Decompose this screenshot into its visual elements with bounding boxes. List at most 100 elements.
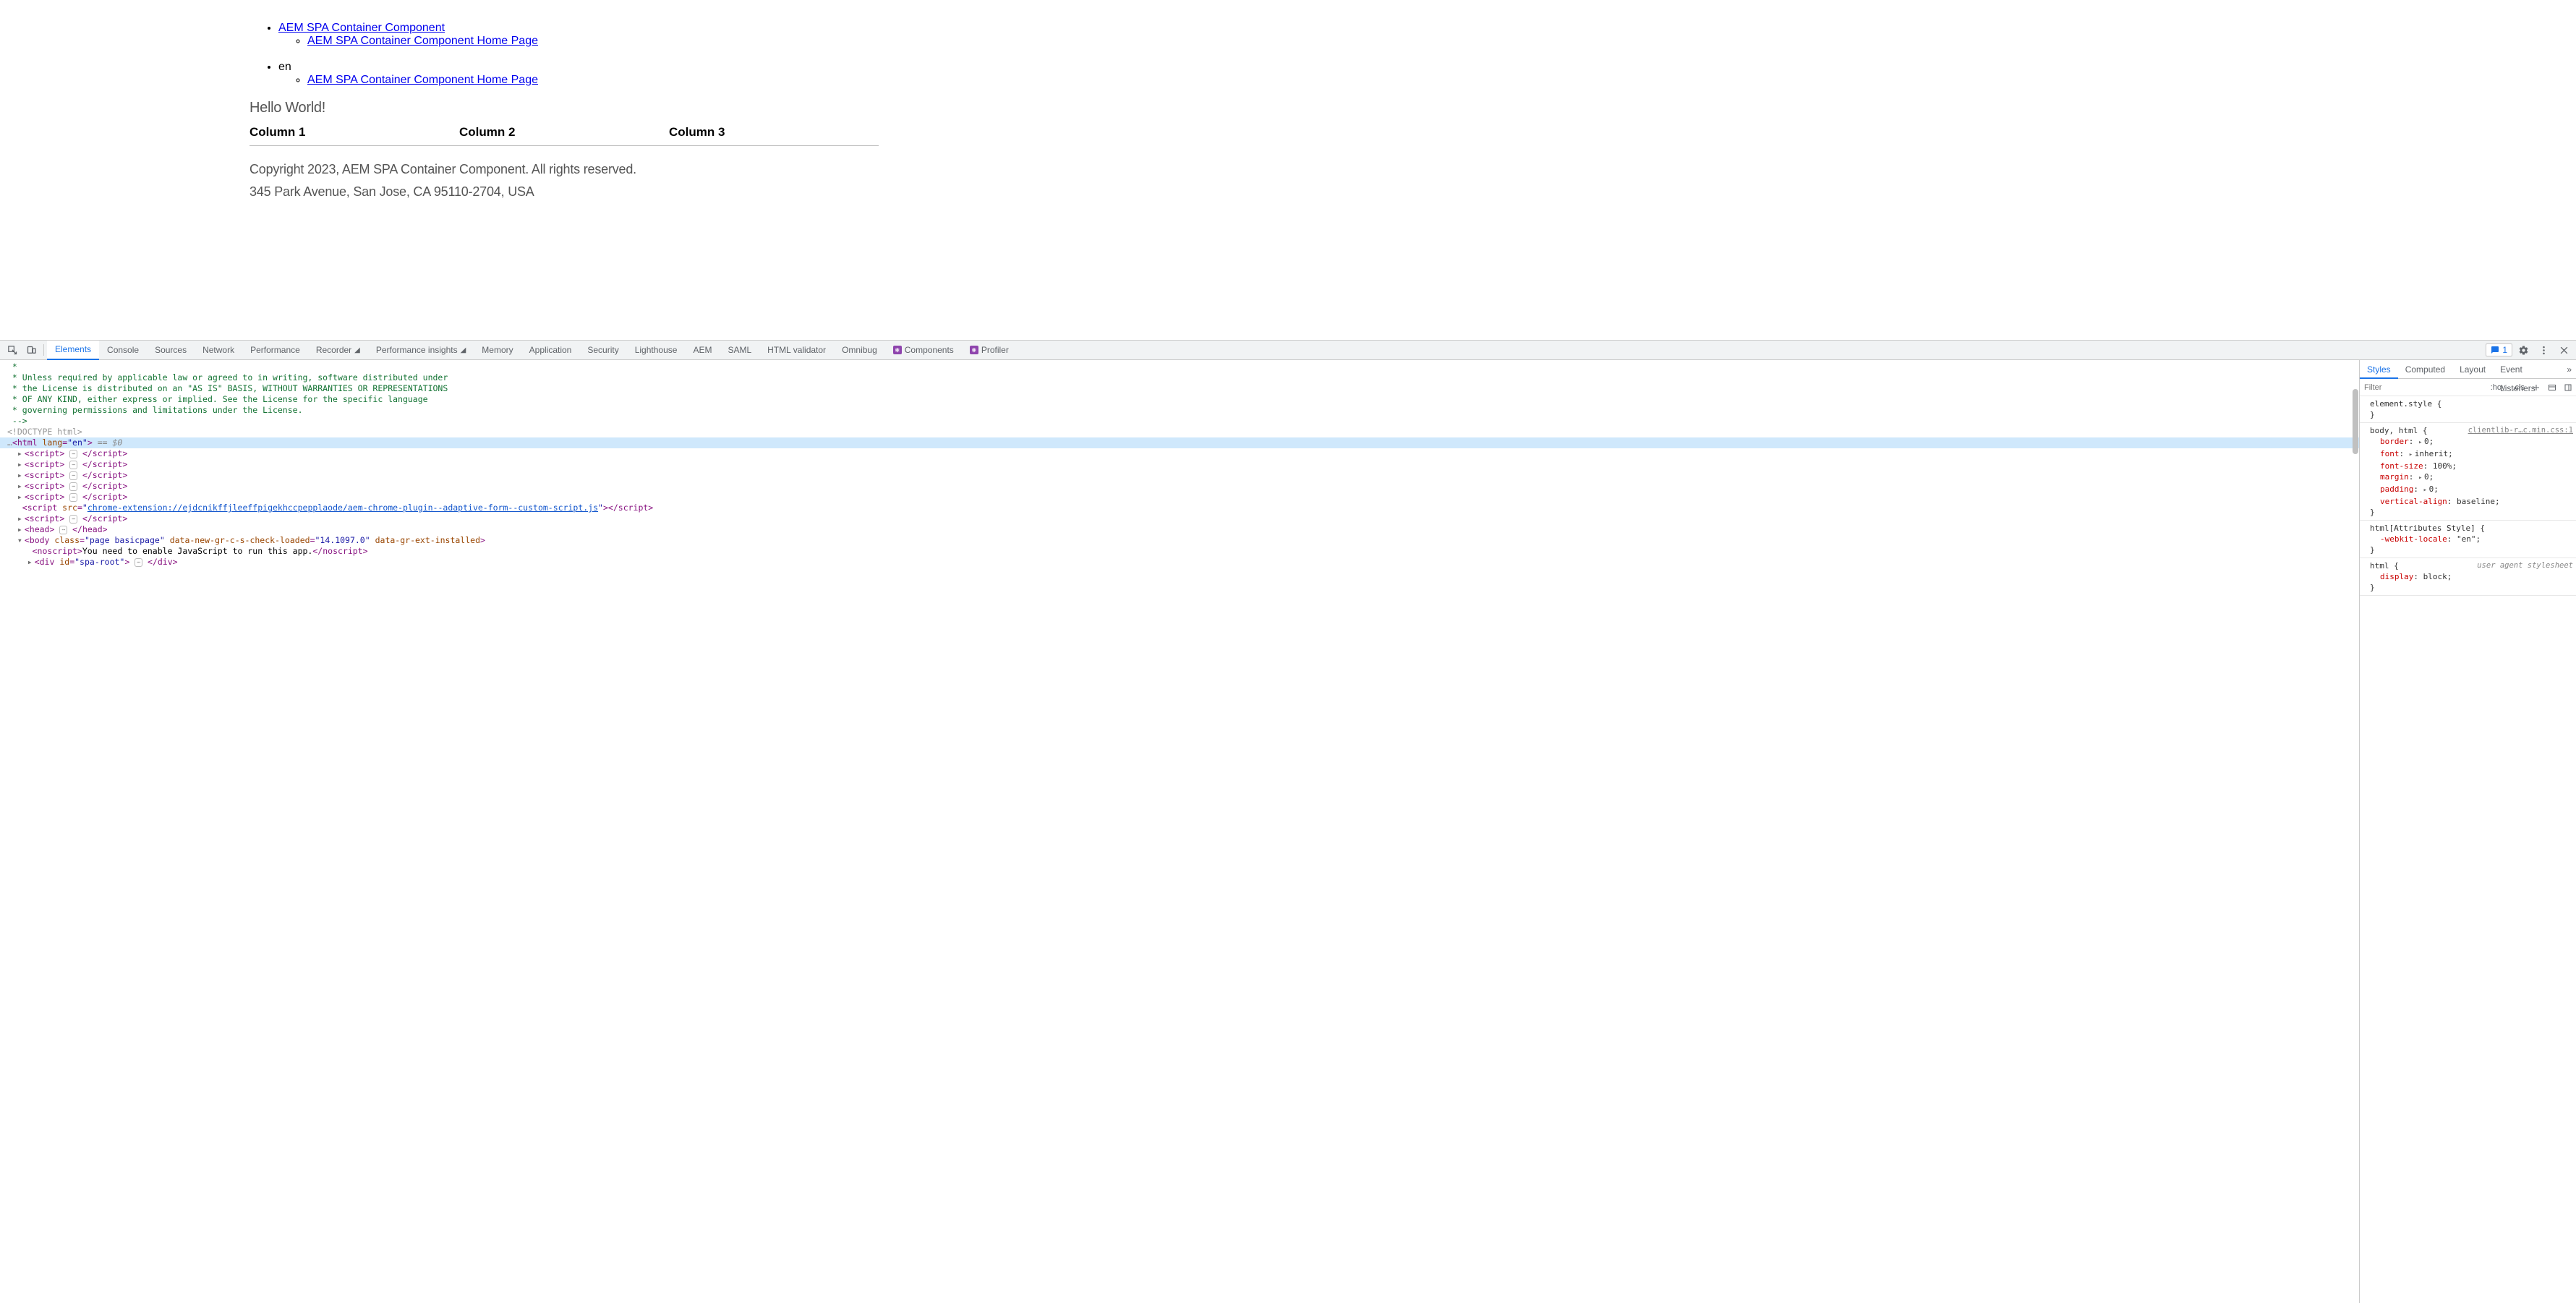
tab-network[interactable]: Network — [195, 341, 242, 360]
dom-node-head[interactable]: ▸<head> ⋯ </head> — [0, 524, 2359, 535]
style-rule-element[interactable]: element.style { } — [2360, 396, 2576, 423]
dom-node-script-src[interactable]: <script src="chrome-extension://ejdcnikf… — [0, 503, 2359, 513]
dom-tree-panel[interactable]: * * Unless required by applicable law or… — [0, 360, 2359, 1303]
cls-toggle[interactable]: .cls — [2509, 383, 2529, 392]
dom-node-noscript[interactable]: <noscript>You need to enable JavaScript … — [0, 546, 2359, 557]
inspect-icon[interactable] — [3, 341, 22, 359]
more-icon[interactable] — [2534, 341, 2553, 359]
nav-sublist: AEM SPA Container Component Home Page — [278, 35, 2326, 48]
ellipsis-icon[interactable]: ⋯ — [135, 558, 142, 567]
comment-line: --> — [7, 416, 27, 426]
new-rule-icon[interactable] — [2528, 383, 2544, 392]
ua-stylesheet-label: user agent stylesheet — [2477, 560, 2573, 571]
page-content: AEM SPA Container Component AEM SPA Cont… — [0, 0, 2576, 214]
dom-node-body[interactable]: ▾<body class="page basicpage" data-new-g… — [0, 535, 2359, 546]
nav-item: AEM SPA Container Component AEM SPA Cont… — [278, 22, 2326, 48]
tab-components[interactable]: ⚛Components — [885, 341, 962, 360]
styles-tab-listeners[interactable]: Event Listeners — [2493, 360, 2562, 379]
sidebar-toggle-icon[interactable] — [2560, 383, 2576, 392]
address-text: 345 Park Avenue, San Jose, CA 95110-2704… — [250, 184, 2326, 200]
tab-aem[interactable]: AEM — [685, 341, 720, 360]
nav-item: en AEM SPA Container Component Home Page — [278, 61, 2326, 87]
tab-omnibug[interactable]: Omnibug — [834, 341, 885, 360]
column-1-header: Column 1 — [250, 125, 459, 140]
ellipsis-icon[interactable]: ⋯ — [69, 471, 77, 480]
style-rule-html-attr[interactable]: html[Attributes Style] { -webkit-locale:… — [2360, 521, 2576, 558]
disclosure-triangle-icon[interactable]: ▾ — [17, 535, 25, 546]
dom-node-div[interactable]: ▸<div id="spa-root"> ⋯ </div> — [0, 557, 2359, 568]
disclosure-triangle-icon[interactable]: ▸ — [17, 524, 25, 535]
hov-toggle[interactable]: :hov — [2487, 383, 2509, 392]
computed-toggle-icon[interactable] — [2544, 383, 2560, 392]
comment-line: * the License is distributed on an "AS I… — [7, 383, 448, 393]
styles-filter-input[interactable] — [2360, 380, 2487, 396]
devtools-panel: Elements Console Sources Network Perform… — [0, 340, 2576, 1303]
nav-list-2: en AEM SPA Container Component Home Page — [250, 61, 2326, 87]
column-2-header: Column 2 — [459, 125, 669, 140]
devtools-body: * * Unless required by applicable law or… — [0, 360, 2576, 1303]
tab-performance-insights[interactable]: Performance insights ◢ — [368, 341, 474, 360]
dom-node-script[interactable]: ▸<script> ⋯ </script> — [0, 459, 2359, 470]
disclosure-triangle-icon[interactable]: ▸ — [17, 459, 25, 470]
stylesheet-link[interactable]: clientlib-r…c.min.css:1 — [2468, 425, 2573, 436]
issues-button[interactable]: 1 — [2486, 343, 2512, 356]
react-ext-icon: ⚛ — [893, 346, 902, 354]
nav-link-home[interactable]: AEM SPA Container Component Home Page — [307, 35, 538, 47]
disclosure-triangle-icon[interactable]: ▸ — [17, 481, 25, 492]
disclosure-triangle-icon[interactable]: ▸ — [17, 513, 25, 524]
styles-tab-more-icon[interactable]: » — [2562, 360, 2576, 379]
disclosure-triangle-icon[interactable]: ▸ — [17, 448, 25, 459]
scrollbar[interactable] — [2352, 360, 2359, 1303]
nav-link-root[interactable]: AEM SPA Container Component — [278, 22, 445, 34]
issues-icon — [2491, 346, 2499, 354]
style-rule-body-html[interactable]: clientlib-r…c.min.css:1 body, html { bor… — [2360, 423, 2576, 521]
tab-memory[interactable]: Memory — [474, 341, 521, 360]
ellipsis-icon[interactable]: ⋯ — [69, 482, 77, 491]
nav-list-1: AEM SPA Container Component AEM SPA Cont… — [250, 22, 2326, 48]
tab-saml[interactable]: SAML — [720, 341, 759, 360]
tab-performance[interactable]: Performance — [242, 341, 308, 360]
dom-node-script[interactable]: ▸<script> ⋯ </script> — [0, 448, 2359, 459]
nav-subitem: AEM SPA Container Component Home Page — [307, 74, 2326, 87]
tab-application[interactable]: Application — [521, 341, 580, 360]
ellipsis-icon[interactable]: ⋯ — [69, 450, 77, 458]
tab-sources[interactable]: Sources — [147, 341, 195, 360]
dom-node-script[interactable]: ▸<script> ⋯ </script> — [0, 492, 2359, 503]
disclosure-triangle-icon[interactable]: ▸ — [27, 557, 35, 568]
ellipsis-icon[interactable]: ⋯ — [69, 461, 77, 469]
dom-node-script[interactable]: ▸<script> ⋯ </script> — [0, 513, 2359, 524]
ellipsis-icon[interactable]: ⋯ — [69, 493, 77, 502]
style-rule-html-ua[interactable]: user agent stylesheet html { display: bl… — [2360, 558, 2576, 596]
tab-recorder[interactable]: Recorder ◢ — [308, 341, 368, 360]
styles-tab-layout[interactable]: Layout — [2452, 360, 2493, 379]
close-icon[interactable] — [2554, 341, 2573, 359]
preview-badge-icon: ◢ — [461, 341, 466, 360]
dom-node-html[interactable]: …<html lang="en"> == $0 — [0, 437, 2359, 448]
settings-icon[interactable] — [2514, 341, 2533, 359]
tab-elements[interactable]: Elements — [47, 341, 99, 360]
ellipsis-icon[interactable]: ⋯ — [69, 515, 77, 524]
ellipsis-icon[interactable]: ⋯ — [59, 526, 67, 534]
tab-profiler[interactable]: ⚛Profiler — [962, 341, 1017, 360]
styles-tab-computed[interactable]: Computed — [2398, 360, 2452, 379]
nav-link-home-2[interactable]: AEM SPA Container Component Home Page — [307, 74, 538, 86]
dom-node-script[interactable]: ▸<script> ⋯ </script> — [0, 481, 2359, 492]
source-link[interactable]: chrome-extension://ejdcnikffjleeffpigekh… — [88, 503, 598, 513]
comment-line: * — [7, 362, 17, 372]
scrollbar-thumb[interactable] — [2353, 389, 2358, 454]
comment-line: * governing permissions and limitations … — [7, 405, 303, 415]
device-toggle-icon[interactable] — [22, 341, 40, 359]
tab-console[interactable]: Console — [99, 341, 147, 360]
hello-world-text: Hello World! — [250, 100, 2326, 116]
tab-html-validator[interactable]: HTML validator — [759, 341, 834, 360]
tab-security[interactable]: Security — [579, 341, 626, 360]
styles-content[interactable]: element.style { } clientlib-r…c.min.css:… — [2360, 396, 2576, 1303]
dom-node-script[interactable]: ▸<script> ⋯ </script> — [0, 470, 2359, 481]
disclosure-triangle-icon[interactable]: ▸ — [17, 470, 25, 481]
styles-tab-styles[interactable]: Styles — [2360, 360, 2398, 379]
column-3-header: Column 3 — [669, 125, 879, 140]
tab-lighthouse[interactable]: Lighthouse — [627, 341, 686, 360]
comment-line: * Unless required by applicable law or a… — [7, 372, 448, 383]
disclosure-triangle-icon[interactable]: ▸ — [17, 492, 25, 503]
react-ext-icon: ⚛ — [970, 346, 978, 354]
